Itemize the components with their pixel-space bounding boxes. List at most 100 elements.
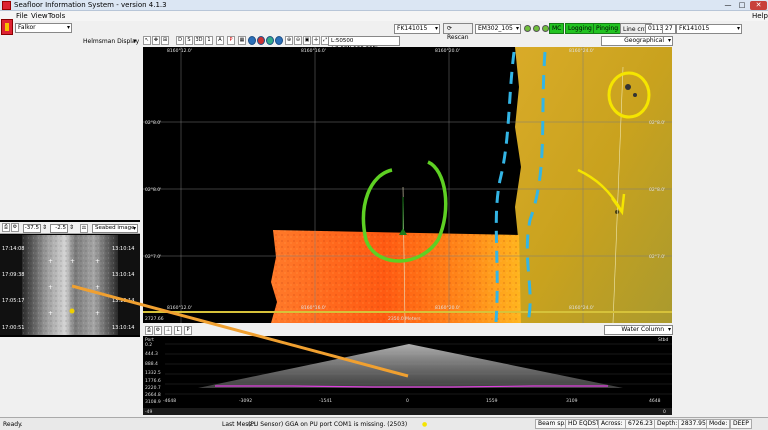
cruise-select[interactable]: FK141015 ▾ xyxy=(394,24,440,34)
lower-scale-label: 0 xyxy=(663,409,666,415)
menu-tools[interactable]: Tools xyxy=(48,12,65,20)
sounder-select[interactable]: EM302_105 ▾ xyxy=(475,24,521,34)
x-tick: 0 xyxy=(406,398,409,404)
move-tool-icon[interactable]: ✥ xyxy=(152,36,160,45)
depth-tick: 1332.5 xyxy=(145,370,161,376)
menu-view[interactable]: View xyxy=(31,12,48,20)
vessel-marker xyxy=(69,308,75,314)
grid-label: 8160°24.0' xyxy=(569,48,594,54)
rescan-button[interactable]: ⟳ Rescan xyxy=(443,23,473,41)
toolbar-button-3d[interactable]: 3D xyxy=(194,36,204,45)
layer-icon[interactable] xyxy=(266,36,274,45)
x-tick: 4648 xyxy=(649,398,661,404)
depth-tick: 0.2 xyxy=(145,342,152,348)
layer-icon[interactable] xyxy=(257,36,265,45)
center-icon[interactable]: ✛ xyxy=(312,36,320,45)
svg-text:+: + xyxy=(95,310,100,317)
grid-label: 02°8.0' xyxy=(649,120,665,126)
settings-icon[interactable]: ⚙ xyxy=(154,326,162,335)
menu-bar: File View Tools Help xyxy=(0,11,768,21)
grid-icon[interactable]: ▦ xyxy=(238,36,246,45)
toolbar-button-1[interactable]: 1 xyxy=(205,36,213,45)
depth-tick: 2220.7 xyxy=(145,385,161,391)
image-mode-select[interactable]: Seabed image ▾ xyxy=(92,224,138,233)
time-label: 13:10:14 xyxy=(112,298,134,304)
close-button[interactable]: ✕ xyxy=(750,1,767,10)
spinner-icon[interactable]: ⇕ xyxy=(42,224,47,231)
zoom-out-icon[interactable]: ⊖ xyxy=(294,36,302,45)
seabed-image-view[interactable]: 17:14:08 17:09:38 17:05:17 17:00:51 13:1… xyxy=(0,235,140,335)
ship-select[interactable]: Falkor ▾ xyxy=(15,23,72,33)
bathymetry-map-graphic: 8160°12.0' 8160°16.0' 8160°20.0' 8160°24… xyxy=(143,47,672,323)
logging-status[interactable]: Logging xyxy=(565,23,595,34)
grid-label: 02°8.0' xyxy=(649,187,665,193)
seabed-max-input[interactable]: -2.5 xyxy=(50,224,68,233)
grid-label: 8160°12.0' xyxy=(167,48,192,54)
water-column-view[interactable]: Port Stbd 0.2 444.3 888.4 1332.5 1776.6 … xyxy=(143,336,672,415)
grid-label: 02°7.0' xyxy=(649,254,665,260)
side-view-icon[interactable]: L xyxy=(174,326,182,335)
chevron-down-icon: ▾ xyxy=(736,25,740,32)
image-mode-value: Seabed image xyxy=(95,225,135,231)
time-label: 13:10:14 xyxy=(112,272,134,278)
profile-view-icon[interactable]: P xyxy=(184,326,192,335)
measure-tool-icon[interactable]: ⊞ xyxy=(161,36,169,45)
print-icon[interactable]: ⎙ xyxy=(2,223,10,232)
coordinate-readout: L:50500 (-2.10N,160.26E) xyxy=(328,36,400,52)
helmsman-display-label: Helmsman Display xyxy=(83,38,140,45)
seabed-min-input[interactable]: -37.5 xyxy=(23,224,41,233)
grid-label: 02°8.0' xyxy=(145,120,161,126)
depth-readout: 2727.66 xyxy=(145,316,164,322)
toolbar-button-p[interactable]: P xyxy=(227,36,235,45)
kongsberg-logo xyxy=(1,19,13,35)
x-tick: 3109 xyxy=(566,398,578,404)
ship-name: Falkor xyxy=(18,24,36,31)
menu-help[interactable]: Help xyxy=(752,12,768,20)
minimize-button[interactable]: — xyxy=(722,1,734,10)
cruise-value: FK141015 xyxy=(397,25,428,32)
grid-label: 8160°20.0' xyxy=(435,48,460,54)
water-column-select[interactable]: Water Column ▾ xyxy=(604,325,673,335)
svg-text:+: + xyxy=(48,310,53,317)
pinging-status[interactable]: Pinging xyxy=(593,23,622,34)
depth-value: 2837.95 xyxy=(678,419,709,429)
last-message: (PU Sensor) GGA on PU port COM1 is missi… xyxy=(248,421,408,428)
across-label: Across: xyxy=(598,419,626,429)
chevron-down-icon: ▾ xyxy=(434,25,438,32)
helmsman-map[interactable]: 8160°12.0' 8160°16.0' 8160°20.0' 8160°24… xyxy=(143,47,672,323)
globe-icon[interactable] xyxy=(275,36,283,45)
print-icon[interactable]: ⎙ xyxy=(145,326,153,335)
depth-tick: 3108.9 xyxy=(145,399,161,405)
chevron-down-icon: ▾ xyxy=(132,225,136,232)
pointer-tool-icon[interactable]: ↖ xyxy=(143,36,151,45)
grid-label: 8160°12.0' xyxy=(167,305,192,311)
stern-view-icon[interactable]: ⊥ xyxy=(164,326,172,335)
seamount-feature xyxy=(625,84,631,90)
status-led xyxy=(533,25,540,32)
status-led xyxy=(524,25,531,32)
projection-select[interactable]: Geographical ▾ xyxy=(601,36,673,46)
menu-file[interactable]: File xyxy=(16,12,28,20)
x-tick: 1559 xyxy=(486,398,498,404)
settings-icon[interactable]: ⚙ xyxy=(11,223,19,232)
spinner-icon[interactable]: ⇕ xyxy=(69,224,74,231)
mc-status[interactable]: MC xyxy=(549,23,565,34)
toolbar-button-a[interactable]: A xyxy=(216,36,224,45)
chevron-down-icon[interactable]: ▾ xyxy=(133,37,137,45)
ready-status: Ready. xyxy=(3,421,23,428)
beam-fan xyxy=(198,344,623,388)
toolbar-button-d[interactable]: D xyxy=(176,36,184,45)
toolbar-button-s[interactable]: S xyxy=(185,36,193,45)
water-column-graphic: Port Stbd 0.2 444.3 888.4 1332.5 1776.6 … xyxy=(143,337,672,415)
water-column-label: Water Column xyxy=(621,326,664,333)
globe-icon[interactable] xyxy=(248,36,256,45)
zoom-window-icon[interactable]: ▣ xyxy=(303,36,311,45)
scale-icon[interactable]: ⚖ xyxy=(80,224,88,233)
zoom-in-icon[interactable]: ⊕ xyxy=(285,36,293,45)
depth-tick: 2664.8 xyxy=(145,392,161,398)
maximize-button[interactable]: □ xyxy=(736,1,748,10)
line-name-select[interactable]: FK141015 ▾ xyxy=(676,24,742,34)
status-bar: Ready. Last Mess.: (PU Sensor) GGA on PU… xyxy=(0,417,768,430)
depth-tick: 888.4 xyxy=(145,361,158,367)
water-column-toolbar: ⎙ ⚙ ⊥ L P xyxy=(143,325,672,335)
